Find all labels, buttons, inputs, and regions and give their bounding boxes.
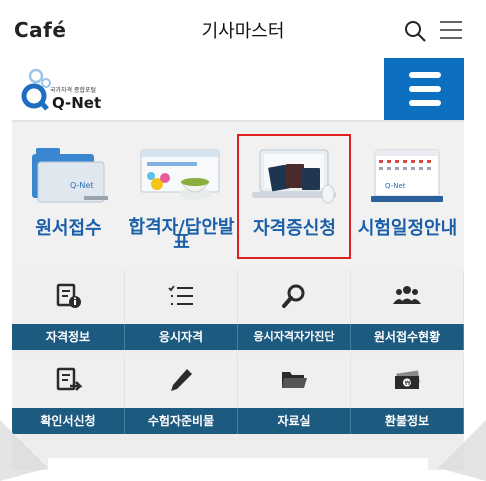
svg-text:₩: ₩ bbox=[405, 380, 411, 387]
menu-bar bbox=[409, 86, 441, 92]
service-schedule[interactable]: Q-Net 시험일정안내 bbox=[351, 122, 464, 270]
menu-row-2: ₩ 확인서신청 수험자준비물 자료실 환불정보 bbox=[12, 354, 464, 434]
menu-label[interactable]: 자격정보 bbox=[12, 324, 125, 350]
menu-library[interactable] bbox=[238, 354, 351, 408]
menu-qualification-info[interactable] bbox=[12, 270, 125, 324]
browser-teacup-illustration-icon bbox=[140, 149, 220, 200]
checklist-icon bbox=[168, 285, 193, 305]
svg-text:Q-Net: Q-Net bbox=[70, 181, 93, 190]
qnet-header: 국가자격 종합포털 Q-Net bbox=[12, 58, 464, 122]
menu-label[interactable]: 응시자격 bbox=[125, 324, 238, 350]
highlight-box bbox=[237, 134, 351, 259]
menu-label[interactable]: 수험자준비물 bbox=[125, 408, 238, 434]
service-apply[interactable]: Q-Net 원서접수 bbox=[12, 122, 125, 270]
qnet-page: 국가자격 종합포털 Q-Net Q-Net 원서접수 합격자/답안발표 자격증신… bbox=[12, 58, 464, 470]
menu-confirmation-request[interactable] bbox=[12, 354, 125, 408]
menu-application-status[interactable] bbox=[351, 270, 464, 324]
bottom-card bbox=[48, 458, 428, 470]
menu-exam-supplies[interactable] bbox=[125, 354, 238, 408]
menu-label[interactable]: 원서접수현황 bbox=[351, 324, 464, 350]
menu-row-2-labels: 확인서신청 수험자준비물 자료실 환불정보 bbox=[12, 408, 464, 434]
service-schedule-label: 시험일정안내 bbox=[357, 218, 458, 239]
qnet-menu-button[interactable] bbox=[384, 58, 464, 120]
menu-row-1-labels: 자격정보 응시자격 응시자격자가진단 원서접수현황 bbox=[12, 324, 464, 350]
service-apply-label: 원서접수 bbox=[35, 218, 102, 239]
page-corner bbox=[0, 420, 48, 481]
folder-illustration-icon: Q-Net bbox=[32, 148, 108, 203]
menu-eligibility[interactable] bbox=[125, 270, 238, 324]
document-info-icon bbox=[56, 283, 81, 308]
people-group-icon bbox=[393, 286, 421, 304]
document-arrow-icon bbox=[56, 367, 82, 391]
svg-text:Q-Net: Q-Net bbox=[385, 182, 406, 190]
magnifier-icon bbox=[282, 284, 305, 308]
qnet-logo[interactable]: 국가자격 종합포털 Q-Net bbox=[20, 66, 110, 114]
menu-refund-info[interactable]: ₩ bbox=[351, 354, 464, 408]
service-results-label: 합격자/답안발표 bbox=[128, 217, 235, 253]
search-icon[interactable] bbox=[404, 20, 426, 42]
pencil-icon bbox=[171, 369, 192, 391]
money-icon: ₩ bbox=[395, 370, 420, 389]
menu-icon[interactable] bbox=[440, 20, 462, 40]
folder-icon bbox=[282, 372, 307, 388]
menu-bar bbox=[409, 72, 441, 78]
qnet-logo-text: Q-Net bbox=[52, 94, 101, 112]
menu-bar bbox=[409, 100, 441, 106]
cafe-header: Café 기사마스터 bbox=[0, 0, 486, 58]
menu-self-check[interactable] bbox=[238, 270, 351, 324]
menu-label[interactable]: 응시자격자가진단 bbox=[238, 324, 351, 350]
page-corner bbox=[438, 420, 486, 481]
service-results[interactable]: 합격자/답안발표 bbox=[125, 122, 238, 270]
calendar-illustration-icon: Q-Net bbox=[371, 149, 443, 202]
qnet-logo-subtitle: 국가자격 종합포털 bbox=[50, 86, 96, 94]
menu-label[interactable]: 자료실 bbox=[238, 408, 351, 434]
menu-row-1: 자격정보 응시자격 응시자격자가진단 원서접수현황 bbox=[12, 270, 464, 350]
app-frame: Café 기사마스터 국가자격 종합포털 Q-Net Q-Net 원서접수 합격… bbox=[0, 0, 486, 481]
